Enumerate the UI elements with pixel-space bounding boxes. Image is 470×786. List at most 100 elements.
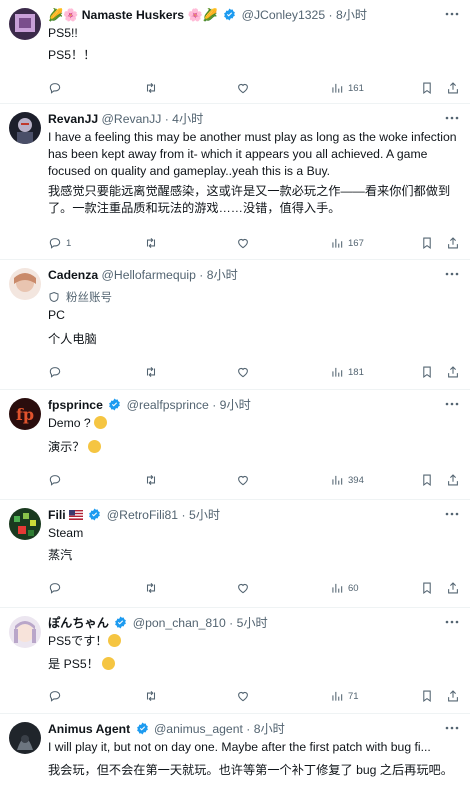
bookmark-button[interactable] (420, 80, 434, 96)
like-button[interactable] (236, 580, 254, 596)
views-button[interactable]: 394 (330, 472, 364, 488)
views-icon (332, 367, 343, 377)
handle[interactable]: @realfpsprince (127, 398, 209, 412)
avatar[interactable] (9, 508, 41, 540)
more-icon[interactable] (444, 507, 460, 521)
handle[interactable]: @pon_chan_810 (133, 616, 226, 630)
like-button[interactable] (236, 688, 254, 704)
views-button[interactable]: 167 (330, 235, 364, 251)
timestamp[interactable]: 5小时 (237, 616, 268, 630)
separator-dot: · (328, 8, 333, 22)
retweet-button[interactable] (144, 688, 162, 704)
share-button[interactable] (446, 580, 460, 596)
reply-button[interactable] (48, 472, 66, 488)
more-icon[interactable] (444, 721, 460, 735)
retweet-button[interactable] (144, 80, 162, 96)
views-icon (332, 691, 343, 701)
bookmark-button[interactable] (420, 688, 434, 704)
retweet-button[interactable] (144, 580, 162, 596)
handle[interactable]: @animus_agent (154, 722, 243, 736)
tweet[interactable]: fp fpsprince @realfpsprince · 9小时 Demo ?… (0, 390, 470, 500)
avatar[interactable] (9, 616, 41, 648)
tweet[interactable]: RevanJJ @RevanJJ · 4小时 I have a feeling … (0, 104, 470, 260)
views-button[interactable]: 181 (330, 364, 364, 380)
bookmark-button[interactable] (420, 364, 434, 380)
share-button[interactable] (446, 364, 460, 380)
retweet-icon (146, 690, 156, 702)
handle[interactable]: @RevanJJ (102, 112, 162, 126)
tweet-header: RevanJJ @RevanJJ · 4小时 (48, 110, 460, 128)
tweet[interactable]: 🌽🌸 Namaste Huskers 🌸🌽 @JConley1325 · 8小时… (0, 0, 470, 104)
more-icon[interactable] (444, 267, 460, 281)
text-line: 了。一款注重品质和玩法的游戏……没错，值得入手。 (48, 201, 341, 215)
timestamp[interactable]: 8小时 (336, 8, 367, 22)
display-name[interactable]: ぽんちゃん (48, 616, 109, 630)
retweet-button[interactable] (144, 235, 162, 251)
bookmark-button[interactable] (420, 580, 434, 596)
share-button[interactable] (446, 688, 460, 704)
verified-badge-icon (89, 508, 101, 521)
more-icon[interactable] (444, 111, 460, 125)
like-button[interactable] (236, 235, 254, 251)
timestamp[interactable]: 9小时 (220, 398, 251, 412)
avatar[interactable] (9, 268, 41, 300)
handle[interactable]: @JConley1325 (242, 8, 326, 22)
more-icon[interactable] (444, 397, 460, 411)
display-name[interactable]: RevanJJ (48, 112, 98, 126)
bookmark-button[interactable] (420, 235, 434, 251)
views-icon (332, 583, 343, 593)
avatar[interactable] (9, 722, 41, 754)
views-count: 71 (348, 690, 359, 702)
verified-badge-icon (115, 616, 127, 629)
translation-text: 蒸汽 (48, 547, 460, 564)
svg-text:fp: fp (16, 405, 34, 424)
reply-button[interactable] (48, 688, 66, 704)
verified-badge-icon (224, 8, 236, 21)
tweet[interactable]: Fili @RetroFili81 · 5小时 Steam 蒸汽 60 (0, 500, 470, 608)
bookmark-button[interactable] (420, 472, 434, 488)
display-name[interactable]: fpsprince (48, 398, 103, 412)
reply-button[interactable] (48, 364, 66, 380)
retweet-button[interactable] (144, 472, 162, 488)
display-name[interactable]: Namaste Huskers (82, 8, 184, 22)
name-emoji-suffix: 🌸🌽 (187, 8, 218, 22)
bookmark-icon (423, 474, 431, 486)
timestamp[interactable]: 8小时 (254, 722, 285, 736)
reply-icon (49, 238, 61, 249)
community-badge[interactable]: 粉丝账号 (48, 289, 112, 305)
reply-button[interactable] (48, 80, 66, 96)
handle[interactable]: @RetroFili81 (107, 508, 178, 522)
retweet-button[interactable] (144, 364, 162, 380)
avatar[interactable] (9, 8, 41, 40)
views-button[interactable]: 60 (330, 580, 359, 596)
display-name[interactable]: Fili (48, 508, 66, 522)
reply-button[interactable]: 1 (48, 235, 71, 251)
display-name[interactable]: Cadenza (48, 268, 98, 282)
views-button[interactable]: 71 (330, 688, 359, 704)
like-button[interactable] (236, 364, 254, 380)
like-button[interactable] (236, 472, 254, 488)
share-button[interactable] (446, 80, 460, 96)
tweet[interactable]: ぽんちゃん @pon_chan_810 · 5小时 PS5です！ 是 PS5！ … (0, 608, 470, 714)
tweet[interactable]: Animus Agent @animus_agent · 8小时 I will … (0, 714, 470, 786)
tweet[interactable]: Cadenza @Hellofarmequip · 8小时 粉丝账号 PC 个人… (0, 260, 470, 390)
tweet-header: fpsprince @realfpsprince · 9小时 (48, 396, 460, 414)
handle[interactable]: @Hellofarmequip (102, 268, 196, 282)
avatar[interactable] (9, 112, 41, 144)
timestamp[interactable]: 8小时 (207, 268, 238, 282)
share-button[interactable] (446, 472, 460, 488)
avatar[interactable]: fp (9, 398, 41, 430)
text-line: PS5!! (48, 26, 78, 40)
more-icon[interactable] (444, 615, 460, 629)
share-button[interactable] (446, 235, 460, 251)
text-line: Steam (48, 526, 84, 540)
timestamp[interactable]: 4小时 (172, 112, 203, 126)
more-icon[interactable] (444, 7, 460, 21)
views-count: 60 (348, 582, 359, 594)
views-button[interactable]: 161 (330, 80, 364, 96)
display-name[interactable]: Animus Agent (48, 722, 130, 736)
timestamp[interactable]: 5小时 (189, 508, 220, 522)
like-button[interactable] (236, 80, 254, 96)
reply-button[interactable] (48, 580, 66, 596)
share-icon (448, 474, 458, 486)
